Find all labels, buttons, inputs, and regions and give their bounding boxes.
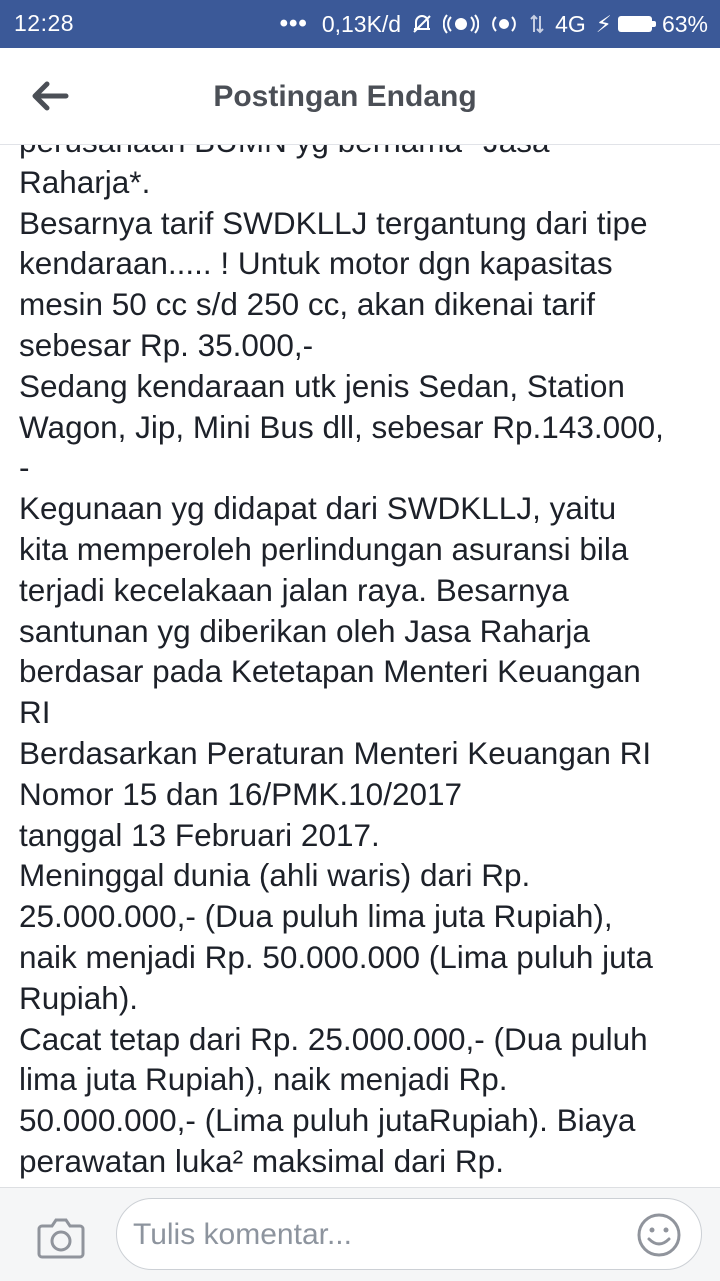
post-line: RI (19, 694, 51, 731)
post-content[interactable]: perusahaan BUMN yg bernama *JasaRaharja*… (0, 145, 720, 1187)
header-bar: Postingan Endang (0, 48, 720, 145)
post-line: lima juta Rupiah), naik menjadi Rp. (19, 1061, 508, 1098)
post-line: kendaraan..... ! Untuk motor dgn kapasit… (19, 245, 613, 282)
comment-bar (0, 1187, 720, 1281)
charging-icon: ⚡ (595, 10, 612, 37)
page-title: Postingan Endang (213, 80, 477, 113)
post-line: Meninggal dunia (ahli waris) dari Rp. (19, 857, 531, 894)
post-text: perusahaan BUMN yg bernama *JasaRaharja*… (19, 145, 709, 1187)
alarm-off-icon (413, 15, 431, 33)
post-line: tanggal 13 Februari 2017. (19, 816, 380, 853)
battery-percent: 63% (661, 10, 708, 37)
post-line: - (19, 449, 30, 486)
post-line: terjadi kecelakaan jalan raya. Besarnya (19, 571, 569, 608)
signal-icon (530, 14, 544, 34)
post-line: 25.000.000,- (Dua puluh lima juta Rupiah… (19, 898, 613, 935)
status-time: 12:28 (14, 10, 75, 36)
post-line: 50.000.000,- (Lima puluh jutaRupiah). Bi… (19, 1102, 636, 1139)
vibrate-icon (443, 14, 480, 34)
post-line: Wagon, Jip, Mini Bus dll, sebesar Rp.143… (19, 408, 664, 445)
post-line: Nomor 15 dan 16/PMK.10/2017 (19, 775, 463, 812)
smiley-icon[interactable] (635, 1211, 683, 1259)
post-line: Kegunaan yg didapat dari SWDKLLJ, yaitu (19, 490, 617, 527)
wifi-icon (492, 16, 516, 32)
post-line: Besarnya tarif SWDKLLJ tergantung dari t… (19, 204, 648, 241)
post-line: naik menjadi Rp. 50.000.000 (Lima puluh … (19, 938, 653, 975)
notification-dots: ••• (279, 10, 308, 37)
network-speed: 0,13K/d (321, 10, 402, 37)
post-line: kita memperoleh perlindungan asuransi bi… (19, 530, 629, 567)
post-line: Sedang kendaraan utk jenis Sedan, Statio… (19, 367, 625, 404)
post-line: perusahaan BUMN yg bernama *Jasa (19, 145, 709, 162)
post-line: berdasar pada Ketetapan Menteri Keuangan (19, 653, 641, 690)
post-line: Rupiah). (19, 979, 139, 1016)
comment-input[interactable] (131, 1213, 625, 1257)
post-line: sebesar Rp. 35.000,- (19, 326, 314, 363)
network-type: 4G (555, 10, 586, 37)
status-icons: ••• 0,13K/d 4G ⚡ 63% (280, 10, 708, 38)
battery-icon (617, 16, 656, 32)
camera-icon[interactable] (36, 1216, 86, 1260)
post-line: mesin 50 cc s/d 250 cc, akan dikenai tar… (19, 286, 596, 323)
status-bar: 12:28 ••• 0,13K/d 4G ⚡ 63% (0, 0, 720, 48)
post-line: Cacat tetap dari Rp. 25.000.000,- (Dua p… (19, 1020, 648, 1057)
post-line: Berdasarkan Peraturan Menteri Keuangan R… (19, 734, 652, 771)
post-line: santunan yg diberikan oleh Jasa Raharja (19, 612, 590, 649)
comment-box[interactable] (116, 1198, 702, 1270)
post-line: Raharja*. (19, 163, 151, 200)
post-line: perawatan luka² maksimal dari Rp. (19, 1142, 504, 1179)
